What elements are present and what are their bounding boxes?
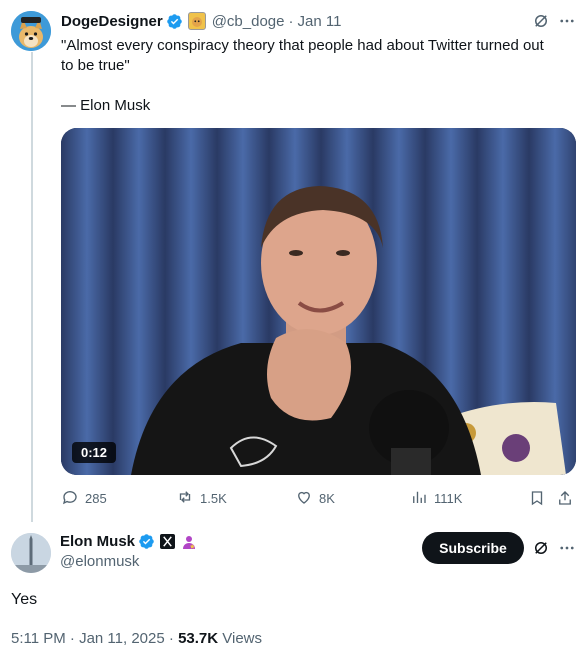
avatar[interactable] [11,11,51,51]
x-badge-icon[interactable] [160,534,176,549]
affiliate-icon[interactable] [181,534,197,550]
grok-icon[interactable] [532,12,550,35]
reply-button[interactable]: 285 [61,488,107,509]
tweet-text-line: "Almost every conspiracy theory that peo… [61,37,544,54]
more-icon[interactable] [558,12,576,35]
views-icon [410,488,428,509]
display-name[interactable]: DogeDesigner [61,13,163,30]
separator: · [168,630,174,647]
thread-line [31,52,33,522]
views-count: 111K [434,491,463,506]
avatar[interactable] [11,533,51,573]
tweet-text: Yes [11,591,38,608]
video-time: 0:12 [72,442,116,463]
handle[interactable]: @elonmusk [60,553,139,570]
tweet-date[interactable]: Jan 11 [297,13,341,30]
like-icon [295,488,313,509]
repost-button[interactable]: 1.5K [176,488,227,509]
reply-icon [61,488,79,509]
bookmark-icon[interactable] [528,489,546,512]
tweet-meta: 5:11 PM · Jan 11, 2025 · 53.7K Views [11,630,262,647]
repost-count: 1.5K [200,491,227,506]
verified-icon [166,13,183,30]
main-header: Elon Musk [60,533,197,550]
handle[interactable]: @cb_doge [212,13,285,30]
tweet-text-line: to be true" [61,57,130,74]
affiliate-badge-icon [187,12,206,30]
views-count: 53.7K [178,630,219,647]
video-player[interactable] [61,128,576,475]
attribution: — Elon Musk [61,97,151,114]
more-icon[interactable] [558,539,576,562]
like-button[interactable]: 8K [295,488,335,509]
share-icon[interactable] [556,489,574,512]
tweet-text: "Almost every conspiracy theory that peo… [61,36,576,116]
like-count: 8K [319,491,335,506]
subscribe-button[interactable]: Subscribe [422,532,524,564]
quoted-header: DogeDesigner @cb_doge · Jan 11 [61,12,341,30]
display-name[interactable]: Elon Musk [60,533,135,550]
verified-icon [138,533,155,550]
views-label: Views [222,630,263,647]
views-button[interactable]: 111K [410,488,462,509]
repost-icon [176,488,194,509]
grok-icon[interactable] [532,539,550,562]
timestamp[interactable]: 5:11 PM · Jan 11, 2025 [11,630,165,647]
reply-count: 285 [85,491,107,506]
separator: · [288,12,294,30]
